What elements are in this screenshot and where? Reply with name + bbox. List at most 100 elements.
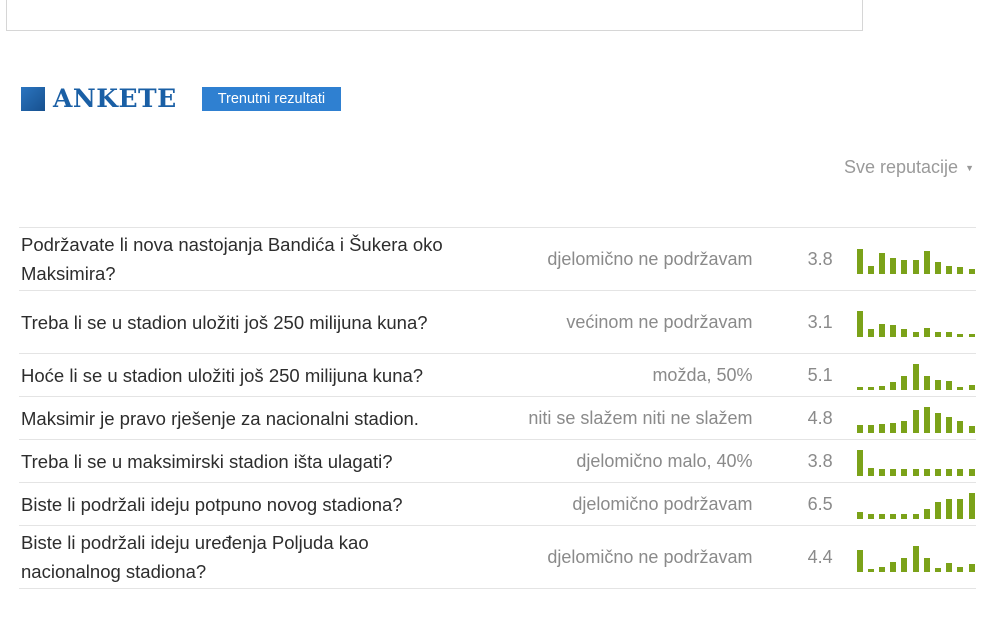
poll-row: Maksimir je pravo rješenje za nacionalni… [19, 397, 976, 440]
sparkline-bar [923, 509, 930, 519]
poll-score: 4.8 [807, 407, 833, 428]
poll-question[interactable]: Maksimir je pravo rješenje za nacionalni… [19, 404, 471, 433]
sparkline-bar [901, 421, 908, 433]
sparkline-bar [879, 424, 886, 433]
poll-sparkline [856, 542, 976, 572]
sparkline-bar [923, 328, 930, 337]
poll-row: Treba li se u stadion uložiti još 250 mi… [19, 291, 976, 354]
sparkline-bar [856, 311, 863, 337]
sparkline-bar [867, 266, 874, 274]
sparkline-bar [890, 514, 897, 519]
poll-sparkline [856, 244, 976, 274]
sparkline-bar [901, 260, 908, 274]
sparkline-bar [856, 425, 863, 433]
sparkline-bar [867, 425, 874, 433]
poll-question[interactable]: Treba li se u stadion uložiti još 250 mi… [19, 308, 471, 337]
sparkline-bar [957, 567, 964, 572]
sparkline-bar [879, 324, 886, 337]
sparkline-bar [879, 469, 886, 476]
sparkline-bar [923, 469, 930, 476]
sparkline-bar [935, 380, 942, 390]
poll-score: 3.8 [807, 450, 833, 471]
poll-score: 3.8 [807, 248, 833, 269]
sparkline-bar [890, 469, 897, 476]
sparkline-bar [867, 329, 874, 337]
sparkline-bar [957, 421, 964, 433]
sparkline-bar [957, 387, 964, 390]
sparkline-bar [912, 260, 919, 274]
poll-answer: djelomično ne podržavam [547, 248, 753, 269]
sparkline-bar [901, 558, 908, 572]
poll-question[interactable]: Biste li podržali ideju uređenja Poljuda… [19, 528, 471, 586]
poll-score: 6.5 [807, 493, 833, 514]
sparkline-bar [968, 385, 975, 390]
sparkline-bar [957, 499, 964, 519]
poll-question[interactable]: Biste li podržali ideju potpuno novog st… [19, 490, 471, 519]
sparkline-bar [968, 493, 975, 519]
poll-row: Podržavate li nova nastojanja Bandića i … [19, 228, 976, 291]
caret-down-icon: ▼ [965, 162, 974, 173]
sparkline-bar [879, 253, 886, 274]
sparkline-bar [968, 426, 975, 433]
sparkline-bar [912, 514, 919, 519]
sparkline-bar [867, 468, 874, 476]
sparkline-bar [901, 469, 908, 476]
sparkline-bar [935, 262, 942, 274]
sparkline-bar [856, 387, 863, 390]
reputation-filter-dropdown[interactable]: Sve reputacije ▼ [844, 157, 974, 178]
poll-sparkline [856, 489, 976, 519]
sparkline-bar [867, 514, 874, 519]
sparkline-bar [912, 332, 919, 337]
polls-section-header: ANKETE Trenutni rezultati [21, 84, 342, 113]
sparkline-bar [890, 423, 897, 433]
sparkline-bar [867, 569, 874, 572]
sparkline-bar [890, 382, 897, 390]
sparkline-bar [879, 514, 886, 519]
sparkline-bar [901, 329, 908, 337]
sparkline-bar [867, 387, 874, 390]
sparkline-bar [923, 558, 930, 572]
sparkline-bar [935, 568, 942, 572]
sparkline-bar [901, 376, 908, 390]
sparkline-bar [856, 550, 863, 572]
poll-answer: većinom ne podržavam [566, 311, 753, 332]
section-title: ANKETE [53, 84, 177, 113]
sparkline-bar [935, 332, 942, 337]
sparkline-bar [923, 407, 930, 433]
poll-row: Biste li podržali ideju potpuno novog st… [19, 483, 976, 526]
sparkline-bar [901, 514, 908, 519]
poll-results-table: Podržavate li nova nastojanja Bandića i … [19, 227, 976, 589]
sparkline-bar [890, 562, 897, 572]
sparkline-bar [856, 450, 863, 476]
poll-answer: djelomično malo, 40% [576, 450, 753, 471]
sparkline-bar [946, 266, 953, 274]
sparkline-bar [957, 334, 964, 337]
poll-score: 3.1 [807, 311, 833, 332]
current-results-button[interactable]: Trenutni rezultati [201, 87, 342, 111]
sparkline-bar [935, 413, 942, 433]
sparkline-bar [946, 563, 953, 572]
sparkline-bar [912, 546, 919, 572]
sparkline-bar [946, 417, 953, 433]
poll-question[interactable]: Podržavate li nova nastojanja Bandića i … [19, 230, 471, 288]
sparkline-bar [856, 512, 863, 519]
poll-row: Treba li se u maksimirski stadion išta u… [19, 440, 976, 483]
poll-answer: niti se slažem niti ne slažem [528, 407, 753, 428]
poll-sparkline [856, 307, 976, 337]
top-content-box [6, 0, 863, 31]
poll-answer: djelomično podržavam [572, 493, 753, 514]
poll-sparkline [856, 446, 976, 476]
sparkline-bar [968, 564, 975, 572]
sparkline-bar [923, 376, 930, 390]
sparkline-bar [968, 469, 975, 476]
poll-score: 4.4 [807, 546, 833, 567]
poll-question[interactable]: Hoće li se u stadion uložiti još 250 mil… [19, 361, 471, 390]
poll-score: 5.1 [807, 364, 833, 385]
blue-square-icon [21, 87, 45, 111]
poll-answer: možda, 50% [652, 364, 753, 385]
sparkline-bar [946, 499, 953, 519]
sparkline-bar [946, 381, 953, 390]
sparkline-bar [935, 502, 942, 519]
poll-question[interactable]: Treba li se u maksimirski stadion išta u… [19, 447, 471, 476]
poll-answer: djelomično ne podržavam [547, 546, 753, 567]
